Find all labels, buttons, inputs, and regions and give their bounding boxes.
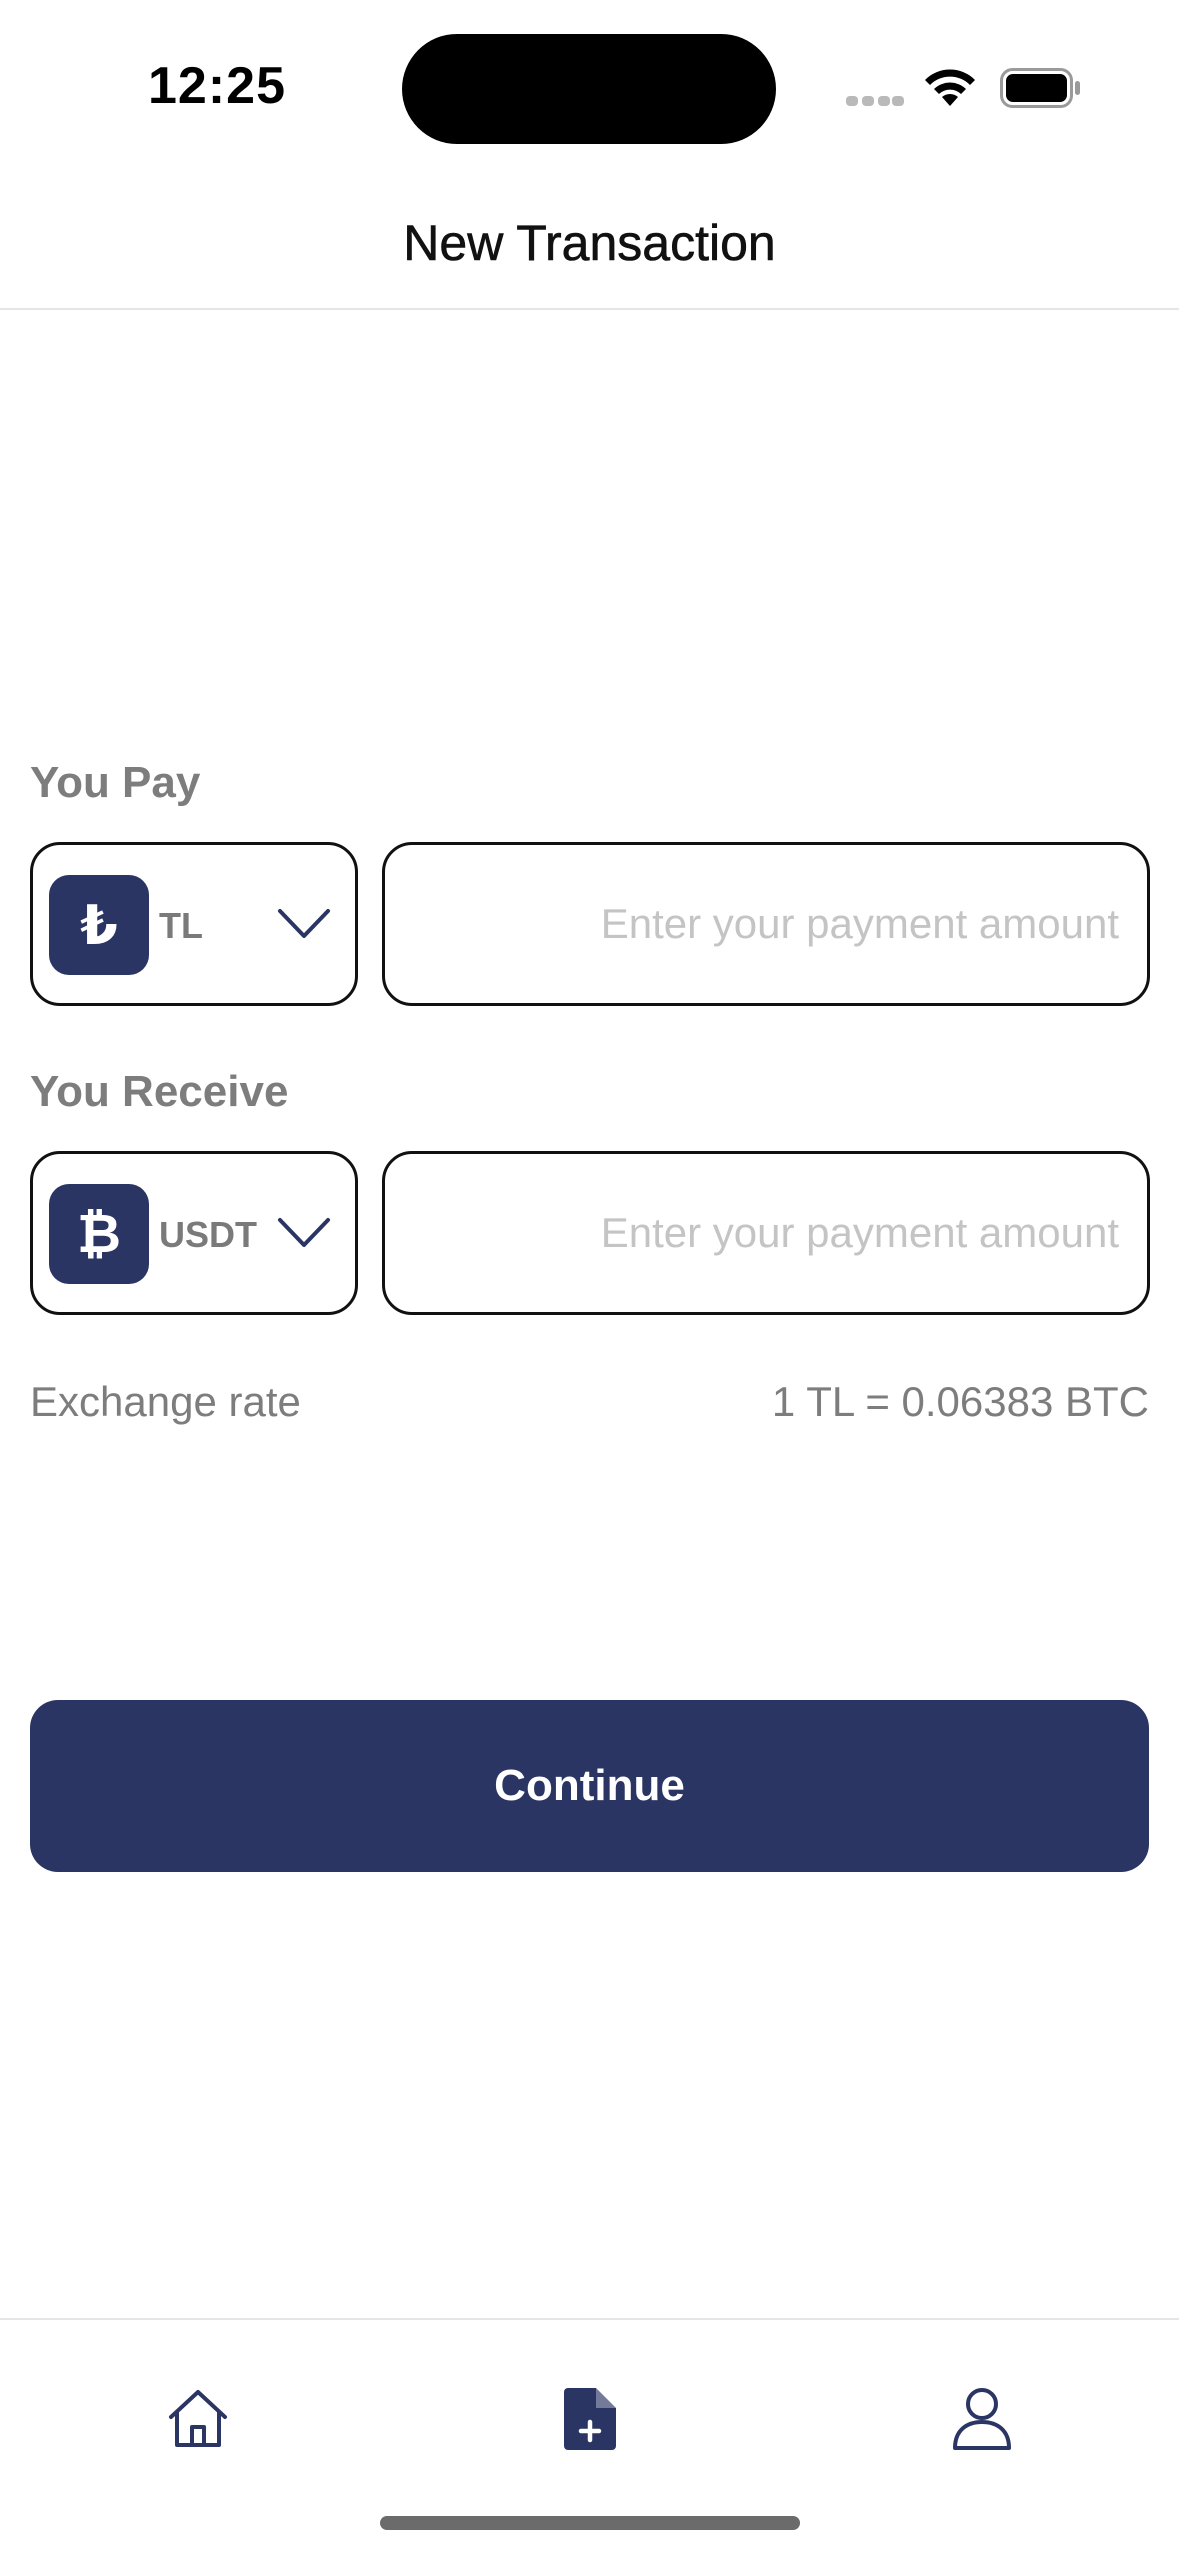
lira-icon: ₺ [49,875,149,975]
status-bar: 12:25 [0,0,1179,170]
chevron-down-icon [278,1218,330,1247]
status-time: 12:25 [148,57,286,115]
you-pay-label: You Pay [30,758,201,807]
tab-home[interactable] [138,2364,258,2474]
receive-currency-code: USDT [159,1214,257,1255]
exchange-rate-value: 1 TL = 0.06383 BTC [771,1378,1149,1425]
you-receive-label: You Receive [30,1067,289,1116]
tab-new-transaction[interactable] [530,2364,650,2474]
bitcoin-icon: ₿ [49,1184,149,1284]
wifi-icon [925,69,975,106]
profile-icon [953,2388,1011,2450]
exchange-rate-label: Exchange rate [30,1378,301,1425]
tab-profile[interactable] [922,2364,1042,2474]
battery-icon [1000,68,1080,108]
pay-amount-input[interactable] [405,845,1119,1003]
home-indicator [380,2516,800,2530]
dynamic-island [402,34,776,144]
chevron-down-icon [278,909,330,938]
pay-currency-selector[interactable]: ₺ TL [30,842,358,1006]
receive-amount-field[interactable] [382,1151,1150,1315]
continue-button[interactable]: Continue [30,1700,1149,1872]
receive-amount-input[interactable] [405,1154,1119,1312]
pay-amount-field[interactable] [382,842,1150,1006]
new-document-icon [564,2388,616,2450]
home-icon [169,2390,227,2447]
cellular-signal-icon [846,96,904,106]
navigation-header: New Transaction [0,170,1179,310]
receive-currency-selector[interactable]: ₿ USDT [30,1151,358,1315]
page-title: New Transaction [403,215,776,272]
pay-currency-code: TL [159,905,203,946]
